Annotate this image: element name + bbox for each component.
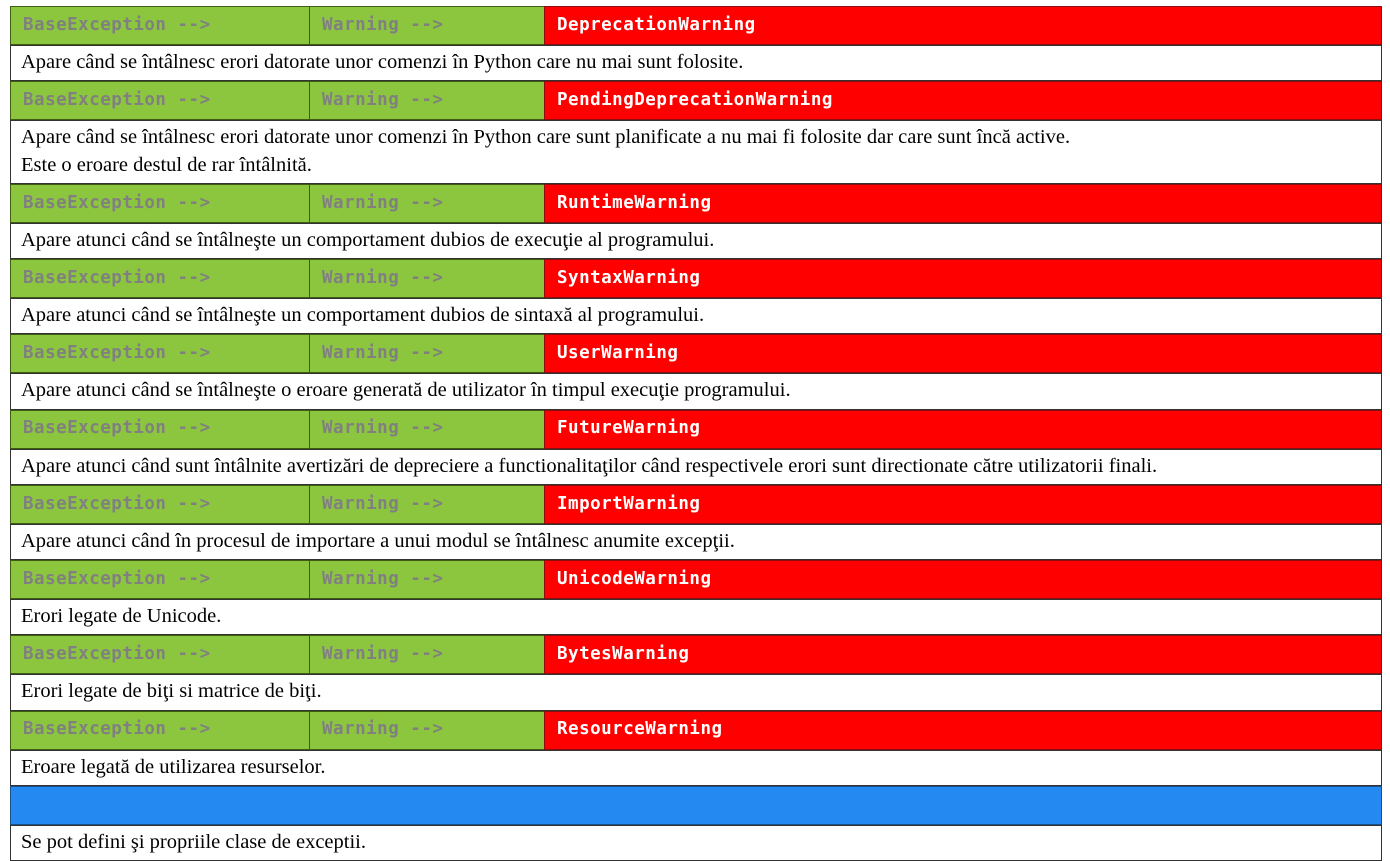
chain-leaf-cell: BytesWarning	[544, 635, 1382, 675]
chain-base-cell: BaseException -->	[10, 635, 309, 675]
chain-leaf-cell: RuntimeWarning	[544, 183, 1382, 223]
chain-mid-cell: Warning -->	[309, 183, 544, 223]
chain-mid-cell: Warning -->	[309, 484, 544, 524]
chain-base-cell: BaseException -->	[10, 183, 309, 223]
chain-mid-cell: Warning -->	[309, 710, 544, 750]
chain-leaf-cell: UserWarning	[544, 334, 1382, 374]
table-row-description: Apare când se întâlnesc erori datorate u…	[10, 120, 1382, 184]
table-row-description: Apare atunci când se întâlneşte un compo…	[10, 298, 1382, 335]
description-cell: Apare atunci când se întâlneşte un compo…	[10, 222, 1382, 259]
table-row-description: Apare atunci când se întâlneşte un compo…	[10, 222, 1382, 259]
chain-mid-cell: Warning -->	[309, 635, 544, 675]
chain-base-cell: BaseException -->	[10, 710, 309, 750]
table-row-description: Eroare legată de utilizarea resurselor.	[10, 749, 1382, 786]
chain-base-cell: BaseException -->	[10, 259, 309, 298]
table-row-chain: BaseException --> Warning --> UserWarnin…	[10, 334, 1382, 374]
chain-base-cell: BaseException -->	[10, 334, 309, 374]
table-row-description: Apare atunci când în procesul de importa…	[10, 523, 1382, 560]
table-row-description: Apare atunci când se întâlneşte o eroare…	[10, 373, 1382, 410]
table-row-chain: BaseException --> Warning --> SyntaxWarn…	[10, 259, 1382, 298]
chain-leaf-cell: FutureWarning	[544, 409, 1382, 449]
exception-hierarchy-document: BaseException --> Warning --> Deprecatio…	[0, 0, 1390, 861]
description-cell: Apare atunci când se întâlneşte o eroare…	[10, 373, 1382, 410]
chain-base-cell: BaseException -->	[10, 409, 309, 449]
description-cell: Erori legate de biţi si matrice de biţi.	[10, 674, 1382, 711]
chain-mid-cell: Warning -->	[309, 334, 544, 374]
description-cell: Apare când se întâlnesc erori datorate u…	[10, 45, 1382, 82]
chain-mid-cell: Warning -->	[309, 259, 544, 298]
chain-leaf-cell: SyntaxWarning	[544, 259, 1382, 298]
table-row-description: Erori legate de Unicode.	[10, 599, 1382, 636]
table-row-chain: BaseException --> Warning --> ResourceWa…	[10, 710, 1382, 750]
chain-base-cell: BaseException -->	[10, 81, 309, 121]
blue-bar-cell	[10, 785, 1382, 825]
table-row-blue-bar	[10, 785, 1382, 825]
table-row-description: Apare când se întâlnesc erori datorate u…	[10, 45, 1382, 82]
footer-description-cell: Se pot defini şi propriile clase de exce…	[10, 824, 1382, 861]
chain-mid-cell: Warning -->	[309, 6, 544, 45]
chain-mid-cell: Warning -->	[309, 409, 544, 449]
description-cell: Apare atunci când în procesul de importa…	[10, 523, 1382, 560]
chain-mid-cell: Warning -->	[309, 560, 544, 599]
chain-mid-cell: Warning -->	[309, 81, 544, 121]
description-cell: Apare atunci când sunt întâlnite avertiz…	[10, 448, 1382, 485]
table-row-description: Apare atunci când sunt întâlnite avertiz…	[10, 448, 1382, 485]
description-cell: Apare atunci când se întâlneşte un compo…	[10, 298, 1382, 335]
table-row-chain: BaseException --> Warning --> ImportWarn…	[10, 484, 1382, 524]
chain-base-cell: BaseException -->	[10, 484, 309, 524]
table-row-description: Erori legate de biţi si matrice de biţi.	[10, 674, 1382, 711]
chain-leaf-cell: DeprecationWarning	[544, 6, 1382, 45]
description-cell: Eroare legată de utilizarea resurselor.	[10, 749, 1382, 786]
table-row-chain: BaseException --> Warning --> UnicodeWar…	[10, 560, 1382, 599]
description-cell: Erori legate de Unicode.	[10, 599, 1382, 636]
table-row-chain: BaseException --> Warning --> Deprecatio…	[10, 6, 1382, 45]
chain-base-cell: BaseException -->	[10, 6, 309, 45]
exception-warning-table: BaseException --> Warning --> Deprecatio…	[10, 6, 1382, 861]
chain-leaf-cell: PendingDeprecationWarning	[544, 81, 1382, 121]
table-row-footer-description: Se pot defini şi propriile clase de exce…	[10, 824, 1382, 861]
chain-leaf-cell: ImportWarning	[544, 484, 1382, 524]
table-row-chain: BaseException --> Warning --> BytesWarni…	[10, 635, 1382, 675]
description-cell: Apare când se întâlnesc erori datorate u…	[10, 120, 1382, 184]
table-row-chain: BaseException --> Warning --> PendingDep…	[10, 81, 1382, 121]
chain-leaf-cell: ResourceWarning	[544, 710, 1382, 750]
chain-leaf-cell: UnicodeWarning	[544, 560, 1382, 599]
table-row-chain: BaseException --> Warning --> RuntimeWar…	[10, 183, 1382, 223]
table-row-chain: BaseException --> Warning --> FutureWarn…	[10, 409, 1382, 449]
chain-base-cell: BaseException -->	[10, 560, 309, 599]
table-body: BaseException --> Warning --> Deprecatio…	[10, 6, 1382, 861]
